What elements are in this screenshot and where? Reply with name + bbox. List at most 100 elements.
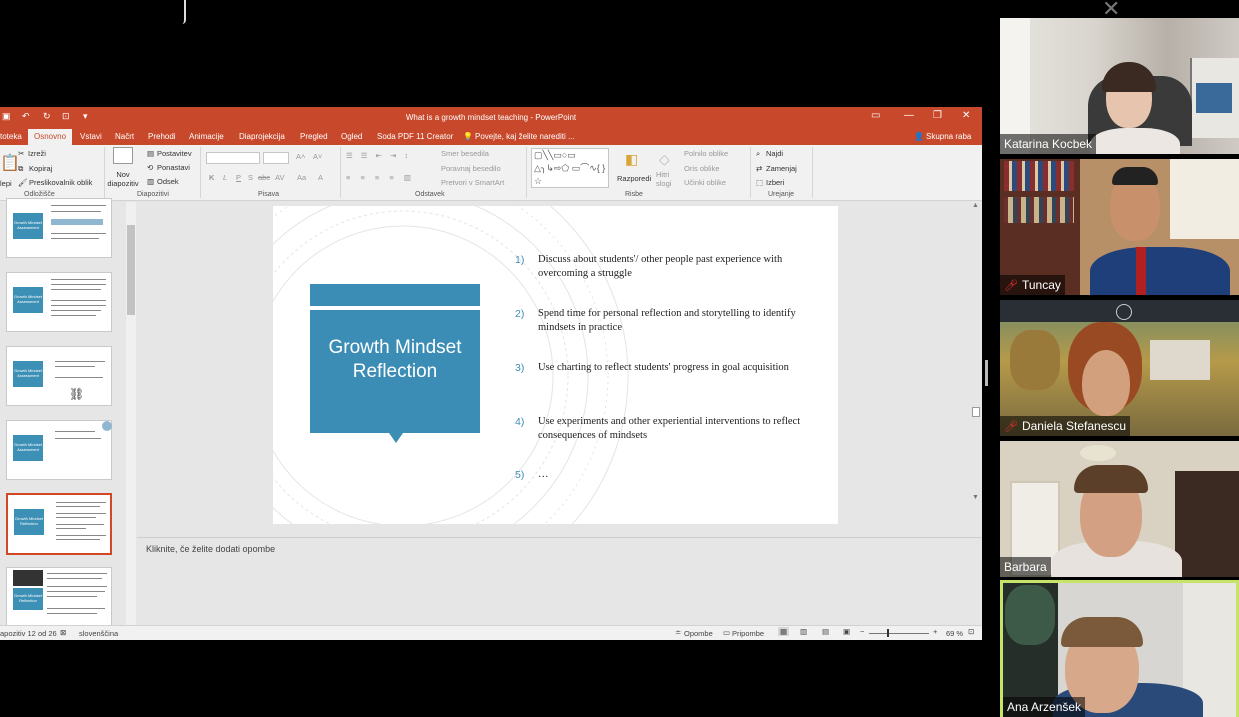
copy-icon[interactable]: ⧉ bbox=[18, 164, 23, 174]
bullets-icons[interactable]: ☰ ☰ ⇤ ⇥ ↕ bbox=[346, 151, 411, 160]
new-slide-button[interactable]: Nov diapozitiv bbox=[103, 170, 143, 188]
tab-insert[interactable]: Vstavi bbox=[80, 132, 102, 141]
ribbon-options-icon[interactable]: ▭ bbox=[871, 110, 880, 121]
tell-me-box[interactable]: Povejte, kaj želite narediti ... bbox=[475, 132, 575, 141]
participant-tile[interactable]: 🎤︎ Tuncay bbox=[1000, 159, 1239, 295]
language-label[interactable]: slovenščina bbox=[79, 629, 118, 638]
thumbnails-scroll-thumb[interactable] bbox=[127, 225, 135, 315]
section-icon[interactable]: ▥ bbox=[147, 177, 154, 186]
scroll-thumb[interactable] bbox=[972, 407, 980, 417]
comments-button[interactable]: Pripombe bbox=[732, 629, 764, 638]
shape-effects-button[interactable]: Učinki oblike bbox=[684, 178, 726, 187]
slide-thumbnail[interactable]: Growth Mindset Reflection bbox=[6, 567, 112, 627]
fit-slide-icon[interactable]: ⊡ bbox=[968, 627, 974, 636]
copy-button[interactable]: Kopiraj bbox=[29, 164, 52, 173]
notes-button[interactable]: Opombe bbox=[684, 629, 713, 638]
cut-button[interactable]: Izreži bbox=[28, 149, 46, 158]
shadow-button[interactable]: S bbox=[248, 173, 253, 182]
replace-icon[interactable]: ⇄ bbox=[756, 164, 762, 173]
slide-thumbnail[interactable]: Growth Mindset Assessment ⛓ bbox=[6, 346, 112, 406]
cut-icon[interactable]: ✂ bbox=[18, 149, 24, 158]
minimize-icon[interactable]: — bbox=[904, 110, 914, 121]
tab-view[interactable]: Ogled bbox=[341, 132, 362, 141]
align-text-button[interactable]: Poravnaj besedilo bbox=[441, 164, 501, 173]
char-spacing-button[interactable]: AV bbox=[275, 173, 284, 182]
slide-sorter-icon[interactable]: ▥ bbox=[800, 627, 807, 636]
tab-review[interactable]: Pregled bbox=[300, 132, 328, 141]
shape-fill-button[interactable]: Polnilo oblike bbox=[684, 149, 728, 158]
share-button[interactable]: Skupna raba bbox=[926, 132, 971, 141]
notes-icon[interactable]: ≐ bbox=[675, 628, 681, 637]
tab-file[interactable]: toteka bbox=[0, 132, 22, 141]
layout-icon[interactable]: ▤ bbox=[147, 149, 154, 158]
spellcheck-icon[interactable]: ⊠ bbox=[60, 628, 66, 637]
underline-button[interactable]: P bbox=[236, 173, 241, 182]
section-button[interactable]: Odsek bbox=[157, 177, 179, 186]
slide-thumbnail[interactable]: Growth Mindset Assessment bbox=[6, 420, 112, 480]
zoom-out-icon[interactable]: − bbox=[860, 627, 864, 636]
slide-thumbnail[interactable]: Growth Mindset Assessment bbox=[6, 272, 112, 332]
tab-slideshow[interactable]: Diaprojekcija bbox=[239, 132, 285, 141]
participant-tile[interactable]: 🎤︎ Daniela Stefanescu bbox=[1000, 300, 1239, 436]
slideshow-icon[interactable]: ▣ bbox=[843, 627, 850, 636]
format-painter-icon[interactable]: 🖌 bbox=[18, 178, 28, 187]
align-icons[interactable]: ≡ ≡ ≡ ≡ ▥ bbox=[346, 173, 415, 182]
find-button[interactable]: Najdi bbox=[766, 149, 783, 158]
slide-canvas[interactable]: Growth Mindset Reflection 1) Discuss abo… bbox=[273, 206, 838, 524]
tab-transitions[interactable]: Prehodi bbox=[148, 132, 176, 141]
scroll-up-icon[interactable]: ▲ bbox=[972, 202, 979, 209]
arrange-icon[interactable]: ◧ bbox=[625, 151, 638, 168]
restore-icon[interactable]: ❐ bbox=[933, 110, 942, 121]
replace-button[interactable]: Zamenjaj bbox=[766, 164, 797, 173]
bold-button[interactable]: K bbox=[209, 173, 214, 182]
font-name-field[interactable] bbox=[206, 152, 260, 164]
quick-styles-icon[interactable]: ◇ bbox=[659, 151, 670, 168]
participant-tile[interactable]: Barbara bbox=[1000, 441, 1239, 577]
zoom-slider-thumb[interactable] bbox=[887, 629, 889, 637]
find-icon[interactable]: ⌕ bbox=[756, 149, 760, 159]
participant-tile[interactable]: Katarina Kocbek bbox=[1000, 18, 1239, 154]
arrange-button[interactable]: Razporedi bbox=[617, 174, 651, 183]
font-size-field[interactable] bbox=[263, 152, 289, 164]
shapes-gallery[interactable]: ▢╲╲▭○▭ △╮↳⇨⬠ ▭⌒∿{ }☆ bbox=[531, 148, 609, 188]
shape-outline-button[interactable]: Oris oblike bbox=[684, 164, 719, 173]
select-button[interactable]: Izberi bbox=[766, 178, 784, 187]
zoom-level[interactable]: 69 % bbox=[946, 629, 963, 638]
italic-button[interactable]: L bbox=[223, 173, 227, 182]
scroll-down-icon[interactable]: ▼ bbox=[972, 494, 979, 501]
quick-styles-button[interactable]: Hitri slogi bbox=[656, 170, 680, 188]
reading-view-icon[interactable]: ▤ bbox=[822, 627, 829, 636]
notes-placeholder[interactable]: Kliknite, če želite dodati opombe bbox=[146, 544, 275, 554]
layout-button[interactable]: Postavitev bbox=[157, 149, 192, 158]
panel-resize-handle[interactable] bbox=[985, 360, 988, 386]
paste-button[interactable]: lepi bbox=[0, 179, 12, 188]
format-painter-button[interactable]: Preslikovalnik oblik bbox=[29, 178, 92, 187]
select-icon[interactable]: ⬚ bbox=[756, 178, 763, 187]
text-direction-button[interactable]: Smer besedila bbox=[441, 149, 489, 158]
shrink-font-icon[interactable]: A˅ bbox=[313, 152, 322, 161]
zoom-slider[interactable] bbox=[869, 633, 929, 634]
comments-icon[interactable]: ▭ bbox=[723, 628, 730, 637]
slide-thumbnail-current[interactable]: Growth Mindset Reflection bbox=[6, 493, 112, 555]
font-color-icon[interactable]: A bbox=[318, 173, 323, 182]
close-window-icon[interactable]: ✕ bbox=[962, 110, 970, 121]
tab-home[interactable]: Osnovno bbox=[28, 129, 73, 145]
reset-icon[interactable]: ⟲ bbox=[147, 163, 153, 172]
paste-icon[interactable]: 📋 bbox=[0, 153, 20, 173]
zoom-in-icon[interactable]: + bbox=[933, 627, 937, 636]
slide-scrollbar[interactable]: ▲ ▼ bbox=[970, 202, 982, 530]
grow-font-icon[interactable]: A˄ bbox=[296, 152, 305, 161]
minimized-window[interactable] bbox=[0, 0, 186, 24]
strikethrough-button[interactable]: abc bbox=[258, 173, 270, 182]
tab-soda-pdf[interactable]: Soda PDF 11 Creator bbox=[377, 132, 453, 141]
tab-design[interactable]: Načrt bbox=[115, 132, 134, 141]
slide-thumbnail[interactable]: Growth Mindset Assessment bbox=[6, 198, 112, 258]
normal-view-icon[interactable]: ▦ bbox=[778, 627, 790, 636]
notes-pane[interactable]: Kliknite, če želite dodati opombe bbox=[137, 537, 982, 625]
participant-tile-active-speaker[interactable]: Ana Arzenšek bbox=[1000, 580, 1239, 717]
smartart-button[interactable]: Pretvori v SmartArt bbox=[441, 178, 504, 187]
reset-button[interactable]: Ponastavi bbox=[157, 163, 190, 172]
change-case-button[interactable]: Aa bbox=[297, 173, 306, 182]
tab-animations[interactable]: Animacije bbox=[189, 132, 224, 141]
new-slide-icon[interactable] bbox=[113, 147, 133, 164]
